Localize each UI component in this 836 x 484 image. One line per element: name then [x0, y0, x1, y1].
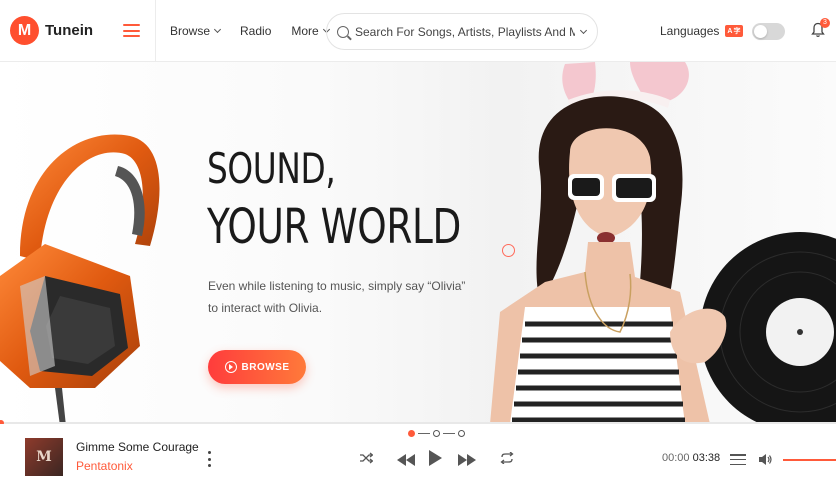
slider-dot-divider [443, 433, 455, 434]
main-nav: Browse Radio More [170, 24, 349, 38]
nav-more-label: More [291, 23, 319, 38]
hero-girl-image [490, 62, 836, 424]
hero-subtitle: Even while listening to music, simply sa… [208, 279, 466, 315]
music-player: M Gimme Some Courage Pentatonix 00:00 03… [0, 424, 836, 484]
hero-title-line1: SOUND, [207, 144, 336, 193]
previous-icon[interactable] [397, 453, 415, 471]
menu-toggle-button[interactable] [108, 0, 156, 62]
brand-logo: M [10, 16, 39, 45]
volume-icon[interactable] [759, 453, 773, 466]
search-icon[interactable] [337, 25, 349, 38]
duration: 03:38 [692, 452, 721, 464]
next-icon[interactable] [458, 453, 476, 471]
headphones-image [0, 134, 160, 424]
browse-button[interactable]: BROWSE [208, 350, 306, 384]
nav-more[interactable]: More [291, 23, 330, 38]
nav-radio[interactable]: Radio [240, 24, 271, 38]
nav-browse-label: Browse [170, 23, 211, 38]
slider-dot-2[interactable] [433, 430, 440, 437]
repeat-icon[interactable] [500, 452, 514, 464]
playback-time: 00:00 03:38 [662, 452, 720, 464]
theme-toggle[interactable] [752, 23, 785, 40]
top-header: M Tunein Browse Radio More Languages A字 … [0, 0, 836, 62]
chevron-down-icon [213, 25, 222, 33]
language-icon: A字 [725, 25, 744, 37]
song-artist[interactable]: Pentatonix [76, 459, 133, 473]
slider-dot-3[interactable] [458, 430, 465, 437]
brand[interactable]: M Tunein [0, 0, 108, 62]
slider-dot-divider [418, 433, 430, 434]
languages-selector[interactable]: Languages A字 [660, 24, 744, 38]
hero-title-line2: YOUR WORLD [207, 199, 461, 255]
nav-radio-label: Radio [240, 23, 272, 38]
queue-icon[interactable] [730, 454, 746, 465]
nav-browse[interactable]: Browse [170, 23, 222, 38]
browse-button-label: BROWSE [241, 361, 290, 373]
hero-title: SOUND, YOUR WORLD [207, 140, 461, 256]
current-time: 00:00 [662, 452, 690, 464]
slider-dot-1[interactable] [408, 430, 415, 437]
play-circle-icon [224, 361, 237, 373]
search-input[interactable] [355, 24, 575, 39]
hamburger-icon [123, 24, 140, 37]
notification-count-badge: 3 [820, 18, 830, 28]
volume-slider[interactable] [783, 459, 836, 461]
album-cover[interactable]: M [25, 438, 63, 476]
search-bar [326, 13, 598, 50]
hero-slider-pagination [408, 430, 465, 437]
brand-name: Tunein [45, 22, 94, 39]
song-title[interactable]: Gimme Some Courage [76, 440, 199, 454]
shuffle-icon[interactable] [360, 452, 373, 464]
hero-banner: SOUND, YOUR WORLD Even while listening t… [0, 62, 836, 424]
languages-label: Languages [660, 24, 720, 38]
more-vertical-icon[interactable] [208, 451, 212, 467]
play-icon[interactable] [429, 450, 442, 466]
search-dropdown-chevron-icon[interactable] [579, 26, 588, 34]
